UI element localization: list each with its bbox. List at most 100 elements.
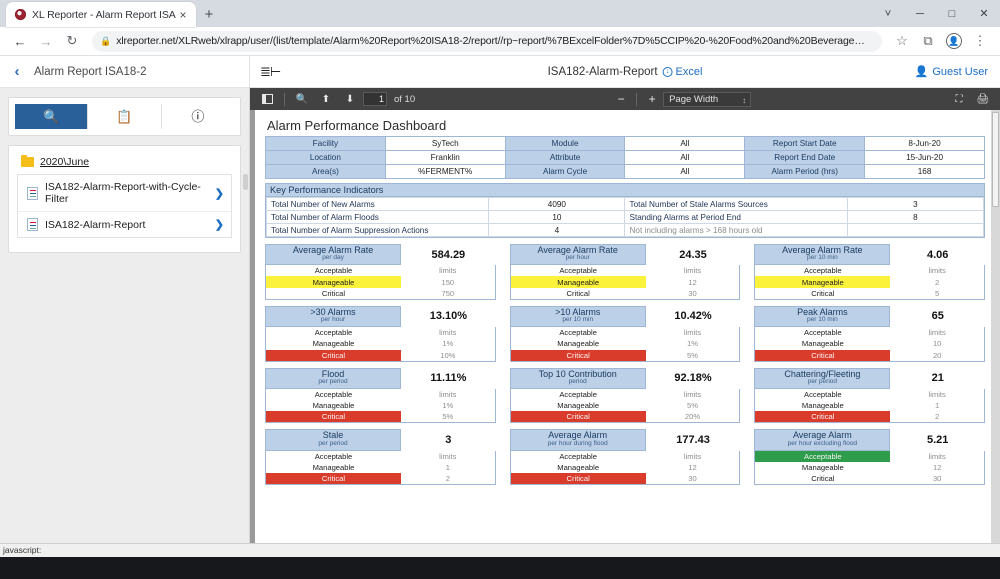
page-scrollbar[interactable] xyxy=(991,110,1000,543)
kpi-limit-label-critical: Critical xyxy=(755,350,891,362)
zoom-out-button[interactable]: − xyxy=(612,92,630,106)
kpi-limit-label-acceptable: Acceptable xyxy=(755,327,891,339)
close-window-button[interactable]: ✕ xyxy=(968,2,1000,26)
kpi-limit-table: AcceptablelimitsManageable12Critical30 xyxy=(754,450,985,486)
kpi-limit-value: 10% xyxy=(401,350,495,362)
browser-window: XL Reporter - Alarm Report ISA1 × + ˅ ─ … xyxy=(0,0,1000,579)
kpi-limit-value: 5 xyxy=(890,288,984,300)
next-page-icon[interactable]: ⬇ xyxy=(339,90,361,108)
header-value: 8-Jun-20 xyxy=(865,137,985,151)
kpi-card-subtitle: per period xyxy=(266,379,400,386)
chevron-right-icon[interactable]: ❯ xyxy=(215,218,224,231)
table-row: Acceptablelimits xyxy=(755,327,985,339)
user-menu[interactable]: 👤 Guest User xyxy=(915,65,988,78)
table-row: Facility SyTech Module All Report Start … xyxy=(266,137,985,151)
pdf-toolbar: 🔍 ⬆ ⬇ 1 of 10 − + Page Width ↕ ⛶ 🖨 xyxy=(250,88,1000,110)
zoom-in-button[interactable]: + xyxy=(643,92,661,106)
minimize-button[interactable]: ─ xyxy=(904,2,936,26)
table-row: Acceptablelimits xyxy=(266,265,496,277)
previous-page-icon[interactable]: ⬆ xyxy=(315,90,337,108)
download-icon: ↓ xyxy=(663,67,673,77)
kpi-card-value: 10.42% xyxy=(646,306,741,327)
header-value: All xyxy=(625,165,745,179)
outline-toggle-icon[interactable]: ≣⊢ xyxy=(260,64,280,80)
main-content: 🔍 📋 ⓘ 2020\June ISA182-Alarm-Repor xyxy=(0,88,1000,543)
kpi-limit-value: limits xyxy=(646,388,740,400)
sidebar-mode-design[interactable]: 📋 xyxy=(88,104,161,129)
excel-export-link[interactable]: ↓ Excel xyxy=(663,66,703,78)
kpi-card-title: >30 Alarmsper hour xyxy=(265,306,401,327)
sidebar-toggle-icon[interactable] xyxy=(256,90,278,108)
kpi-card-header: >30 Alarmsper hour13.10% xyxy=(265,306,496,327)
kpi-limit-label-acceptable: Acceptable xyxy=(510,265,646,277)
kpi-card-header: Staleper period3 xyxy=(265,429,496,450)
kpi-card-title: Average Alarm Rateper day xyxy=(265,244,401,265)
list-item[interactable]: ISA182-Alarm-Report-with-Cycle-Filter ❯ xyxy=(18,175,231,212)
page-scrollbar-thumb[interactable] xyxy=(992,112,999,207)
kpi-card: >10 Alarmsper 10 min10.42%Acceptablelimi… xyxy=(510,306,741,362)
forward-icon[interactable]: → xyxy=(34,29,58,53)
maximize-button[interactable]: □ xyxy=(936,2,968,26)
kpi-card-title: Chattering/Fleetingper period xyxy=(754,368,890,389)
kpi-limit-value: 10 xyxy=(890,338,984,350)
kpi-limit-table: AcceptablelimitsManageable2Critical5 xyxy=(754,264,985,300)
zoom-level-select[interactable]: Page Width ↕ xyxy=(663,92,751,107)
table-row: Manageable5% xyxy=(510,400,740,412)
kpi-limit-value: 12 xyxy=(646,276,740,288)
back-icon[interactable]: ← xyxy=(8,29,32,53)
kpi-limit-label-acceptable: Acceptable xyxy=(266,450,401,462)
close-tab-icon[interactable]: × xyxy=(176,8,190,22)
kpi-label-right: Standing Alarms at Period End xyxy=(625,211,847,224)
kpi-card: Top 10 Contributionperiod92.18%Acceptabl… xyxy=(510,368,741,424)
tab-title: XL Reporter - Alarm Report ISA1 xyxy=(32,9,176,21)
folder-row[interactable]: 2020\June xyxy=(17,154,232,174)
page-number-input[interactable]: 1 xyxy=(363,92,387,106)
chevron-right-icon[interactable]: ❯ xyxy=(215,187,224,200)
table-row: Manageable1% xyxy=(266,400,496,412)
kpi-limit-table: AcceptablelimitsManageable1%Critical10% xyxy=(265,326,496,362)
header-label: Module xyxy=(505,137,625,151)
kpi-limit-value: 1% xyxy=(401,338,495,350)
bookmark-star-icon[interactable]: ☆ xyxy=(890,29,914,53)
new-tab-button[interactable]: + xyxy=(196,2,222,27)
search-icon[interactable]: 🔍 xyxy=(291,90,313,108)
extensions-icon[interactable]: ⧉ xyxy=(916,29,940,53)
folder-label[interactable]: 2020\June xyxy=(40,156,89,168)
table-row: Manageable10 xyxy=(755,338,985,350)
header-label: Alarm Cycle xyxy=(505,165,625,179)
sidebar-mode-preview[interactable]: 🔍 xyxy=(15,104,88,129)
print-icon[interactable]: 🖨 xyxy=(972,90,994,108)
fullscreen-icon[interactable]: ⛶ xyxy=(948,90,970,108)
browser-tab[interactable]: XL Reporter - Alarm Report ISA1 × xyxy=(6,2,196,27)
table-row: Acceptablelimits xyxy=(510,388,740,400)
list-item[interactable]: ISA182-Alarm-Report ❯ xyxy=(18,212,231,237)
header-value: SyTech xyxy=(385,137,505,151)
sidebar-scrollbar[interactable] xyxy=(243,174,248,190)
kpi-limit-label-acceptable: Acceptable xyxy=(755,388,891,400)
kpi-card: Staleper period3AcceptablelimitsManageab… xyxy=(265,429,496,485)
pdf-viewer: 🔍 ⬆ ⬇ 1 of 10 − + Page Width ↕ ⛶ 🖨 xyxy=(250,88,1000,543)
reload-icon[interactable]: ↻ xyxy=(60,29,84,53)
header-value: Franklin xyxy=(385,151,505,165)
kpi-card-value: 4.06 xyxy=(890,244,985,265)
address-bar[interactable]: 🔒 xlreporter.net/XLRweb/xlrapp/user/(lis… xyxy=(92,31,882,52)
profile-avatar-icon[interactable]: 👤 xyxy=(942,29,966,53)
kpi-limit-table: AcceptablelimitsManageable5%Critical20% xyxy=(510,388,741,424)
table-row: Location Franklin Attribute All Report E… xyxy=(266,151,985,165)
sidebar-mode-info[interactable]: ⓘ xyxy=(162,104,234,129)
kpi-card-subtitle: per day xyxy=(266,255,400,262)
kpi-limit-value: 1 xyxy=(890,400,984,412)
table-row: Total Number of New Alarms 4090 Total Nu… xyxy=(267,198,984,211)
tab-search-icon[interactable]: ˅ xyxy=(872,2,904,26)
header-label: Facility xyxy=(266,137,386,151)
kpi-value: 4 xyxy=(489,224,625,237)
kpi-limit-label-acceptable: Acceptable xyxy=(510,327,646,339)
browser-menu-icon[interactable]: ⋮ xyxy=(968,29,992,53)
kpi-card-subtitle: per 10 min xyxy=(755,317,889,324)
kpi-card-title: Staleper period xyxy=(265,429,401,450)
app-back-icon[interactable]: ‹ xyxy=(0,63,34,80)
kpi-value-right: 8 xyxy=(847,211,983,224)
kpi-card-header: Peak Alarmsper 10 min65 xyxy=(754,306,985,327)
table-row: Critical5% xyxy=(510,350,740,362)
app-header-left: ‹ Alarm Report ISA18-2 xyxy=(0,56,250,87)
